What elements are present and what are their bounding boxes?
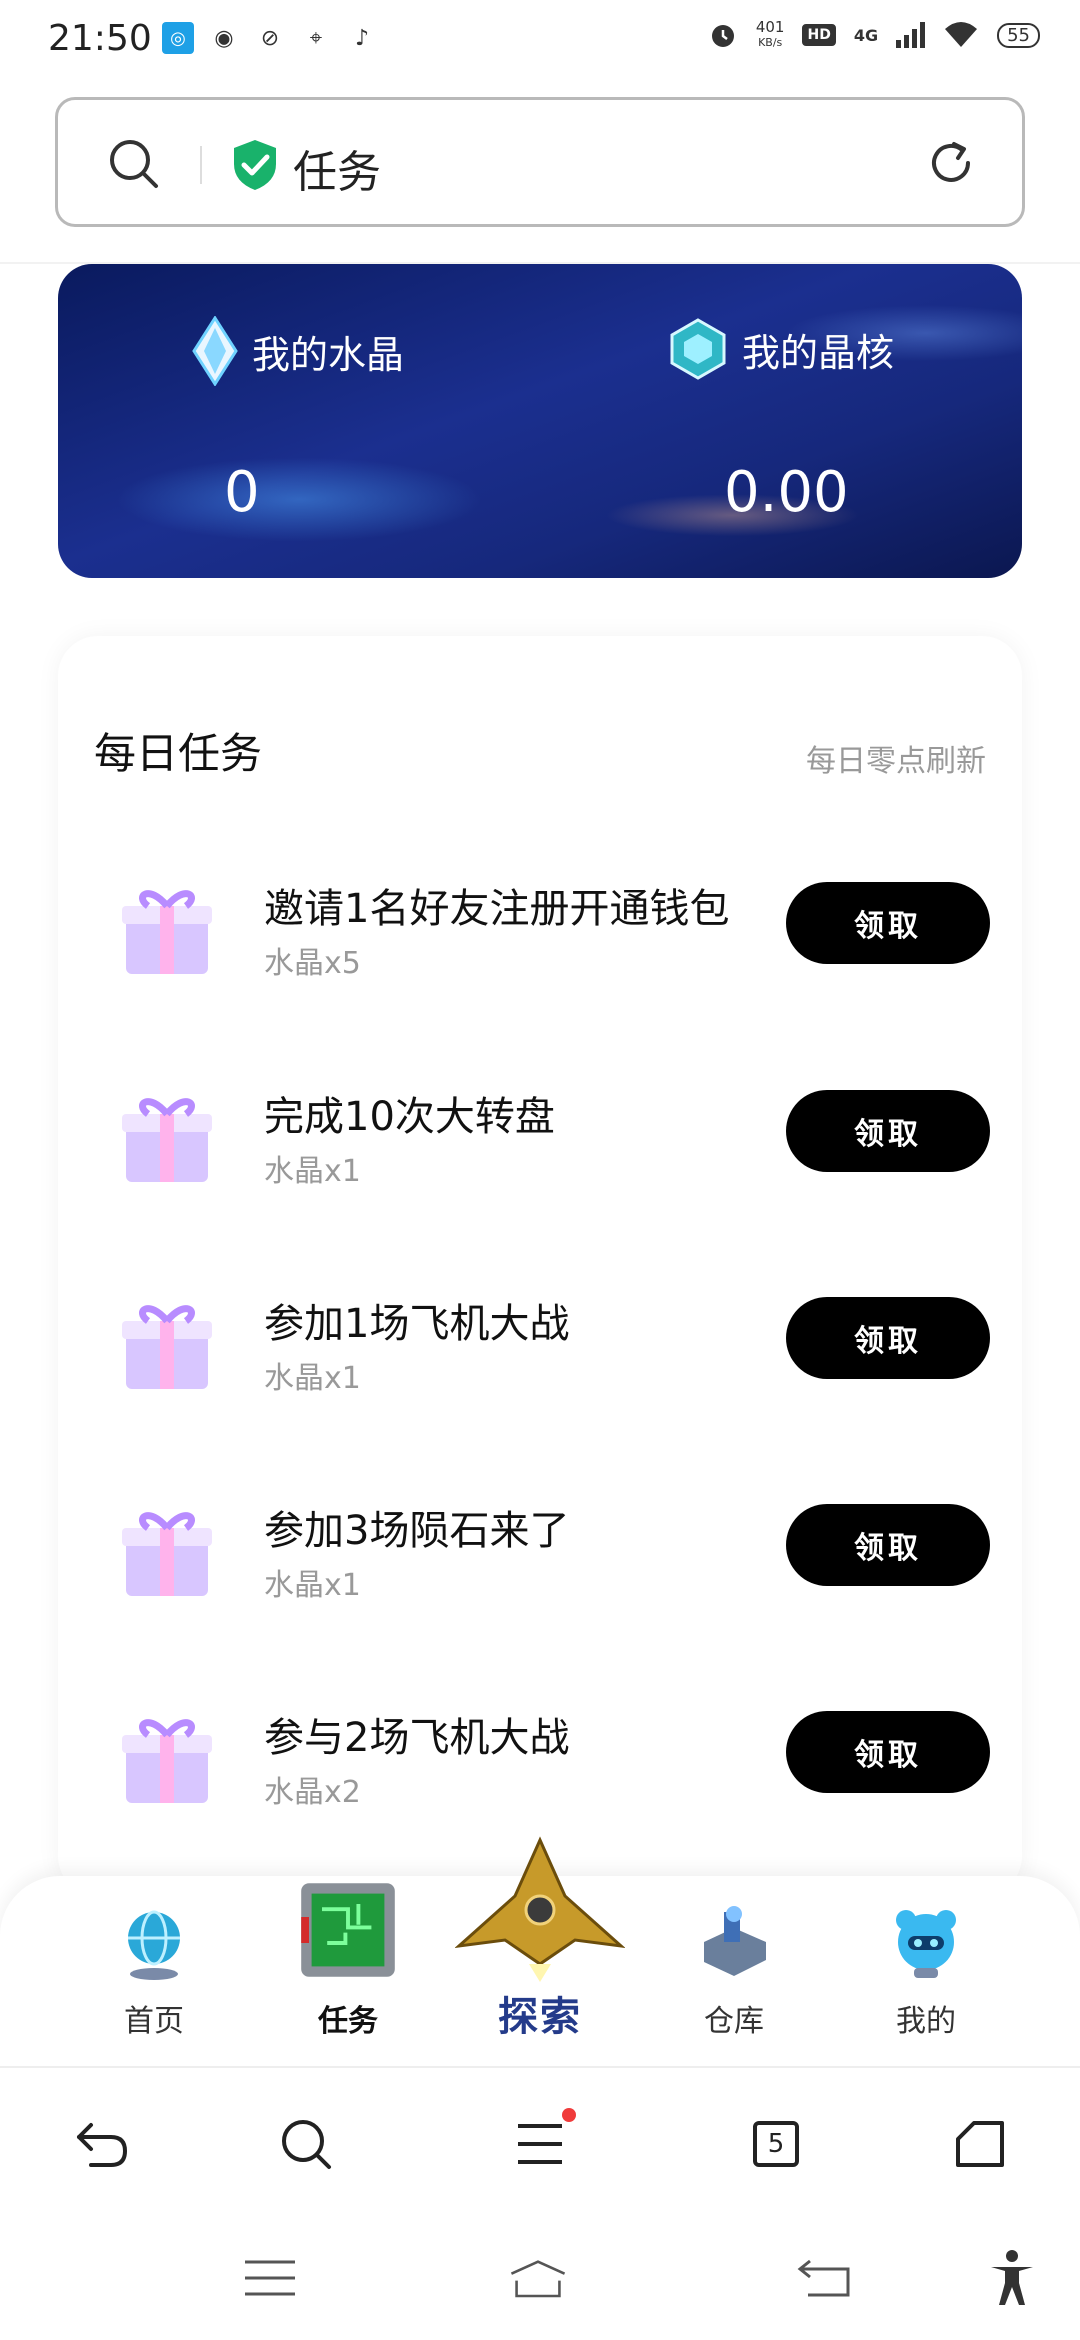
my-core: 我的晶核 (668, 316, 894, 382)
task-reward: 水晶x5 (264, 946, 361, 981)
tab-tasks-label: 任务 (318, 2004, 378, 2039)
task-reward: 水晶x2 (264, 1775, 361, 1810)
crystal-banner: 我的水晶 我的晶核 0 0.00 (58, 264, 1022, 578)
system-home-icon (510, 2260, 566, 2298)
gift-icon (122, 1305, 212, 1389)
daily-tasks-title: 每日任务 (94, 729, 263, 778)
browser-toolbar: 5 (0, 2066, 1080, 2214)
tab-mine[interactable]: 我的 (846, 1902, 1006, 2040)
tab-explore-label: 探索 (498, 1994, 582, 2040)
tab-tasks[interactable]: 任务 (268, 1883, 428, 2040)
net-speed-value: 401 (755, 18, 785, 36)
tab-count: 5 (753, 2121, 799, 2167)
hd-badge: HD (802, 24, 836, 46)
home-icon (956, 2121, 1004, 2167)
back-arrow-icon (77, 2123, 128, 2167)
app-notification-icon: ◎ (162, 22, 194, 54)
task-name: 邀请1名好友注册开通钱包 (264, 886, 730, 932)
claim-button[interactable]: 领取 (786, 1504, 990, 1586)
tabs-button[interactable]: 5 (746, 2114, 806, 2174)
tiktok-icon: ♪ (354, 25, 370, 51)
task-reward: 水晶x1 (264, 1154, 361, 1189)
task-name: 参与2场飞机大战 (264, 1715, 570, 1761)
system-back-icon (797, 2259, 850, 2297)
tab-home[interactable]: 首页 (74, 1902, 234, 2040)
status-indicators: 401 KB/s HD 4G 55 (708, 20, 1040, 50)
notification-dot (562, 2108, 576, 2122)
toolbar-search-button[interactable] (276, 2114, 336, 2174)
claim-button[interactable]: 领取 (786, 882, 990, 964)
alarm-icon (711, 25, 734, 47)
search-icon (282, 2120, 331, 2169)
tab-warehouse-label: 仓库 (704, 2004, 764, 2039)
tab-mine-label: 我的 (896, 2004, 956, 2039)
search-divider (200, 146, 202, 184)
notification-icons: ◎ ◉ ⊘ ⌖ ♪ (162, 22, 378, 54)
wifi-icon (945, 22, 978, 47)
status-bar: 21:50 ◎ ◉ ⊘ ⌖ ♪ 401 KB/s HD 4G 55 (0, 0, 1080, 84)
daily-tasks-card: 每日任务 每日零点刷新 邀请1名好友注册开通钱包 水晶x5 领取 完成10次大转… (58, 636, 1022, 1896)
my-crystal-label: 我的水晶 (252, 332, 405, 377)
robot-bear-icon (896, 1910, 956, 1978)
task-name: 完成10次大转盘 (264, 1094, 555, 1140)
sync-icon: ⊘ (260, 25, 280, 51)
task-row: 邀请1名好友注册开通钱包 水晶x5 领取 (58, 866, 1022, 996)
back-button[interactable] (72, 2114, 132, 2174)
gift-icon (122, 1098, 212, 1182)
task-name: 参加1场飞机大战 (264, 1301, 570, 1347)
address-bar[interactable]: 任务 (55, 97, 1025, 227)
crystal-icon (192, 316, 238, 386)
globe-icon (128, 1910, 180, 1980)
core-value: 0.00 (724, 460, 849, 525)
address-text[interactable]: 任务 (293, 136, 381, 200)
crystal-value: 0 (224, 460, 260, 525)
signal-icon (896, 22, 926, 48)
network-speed: 401 KB/s (756, 20, 785, 50)
core-icon (670, 318, 726, 380)
warehouse-icon (704, 1906, 766, 1976)
recent-apps-button[interactable] (240, 2250, 300, 2306)
bottom-tab-nav: 首页 任务 探索 仓库 我的 (0, 1836, 1080, 2066)
my-core-label: 我的晶核 (742, 330, 895, 375)
recents-icon (245, 2260, 295, 2296)
my-crystal: 我的水晶 (192, 316, 404, 386)
battery-indicator: 55 (997, 22, 1040, 48)
system-back-button[interactable] (794, 2250, 854, 2306)
task-reward: 水晶x1 (264, 1568, 361, 1603)
search-icon[interactable] (106, 136, 162, 192)
gift-icon (122, 1512, 212, 1596)
claim-button[interactable]: 领取 (786, 1711, 990, 1793)
tab-home-label: 首页 (124, 2004, 184, 2039)
gift-icon (122, 1719, 212, 1803)
task-row: 参与2场飞机大战 水晶x2 领取 (58, 1695, 1022, 1825)
task-reward: 水晶x1 (264, 1361, 361, 1396)
accessibility-icon (991, 2250, 1033, 2305)
menu-button[interactable] (510, 2108, 576, 2174)
task-row: 参加1场飞机大战 水晶x1 领取 (58, 1281, 1022, 1411)
network-type: 4G (853, 25, 879, 45)
system-home-button[interactable] (508, 2250, 568, 2306)
status-time: 21:50 (48, 18, 152, 59)
weibo-icon: ◉ (214, 25, 234, 51)
task-name: 参加3场陨石来了 (264, 1508, 570, 1554)
system-nav-bar (0, 2214, 1080, 2340)
tab-explore[interactable]: 探索 (452, 1836, 628, 2042)
tab-warehouse[interactable]: 仓库 (654, 1902, 814, 2040)
net-speed-unit: KB/s (758, 36, 783, 49)
home-button[interactable] (950, 2114, 1010, 2174)
claim-button[interactable]: 领取 (786, 1297, 990, 1379)
shield-check-icon (234, 140, 276, 190)
refresh-note: 每日零点刷新 (806, 744, 986, 779)
location-icon: ⌖ (309, 25, 323, 51)
menu-icon (518, 2124, 562, 2164)
spaceship-icon (454, 1836, 626, 1982)
claim-button[interactable]: 领取 (786, 1090, 990, 1172)
circuit-board-icon (301, 1883, 395, 1977)
task-row: 完成10次大转盘 水晶x1 领取 (58, 1074, 1022, 1204)
reload-icon[interactable] (924, 136, 978, 190)
task-row: 参加3场陨石来了 水晶x1 领取 (58, 1488, 1022, 1618)
gift-icon (122, 890, 212, 974)
accessibility-button[interactable] (982, 2250, 1042, 2306)
